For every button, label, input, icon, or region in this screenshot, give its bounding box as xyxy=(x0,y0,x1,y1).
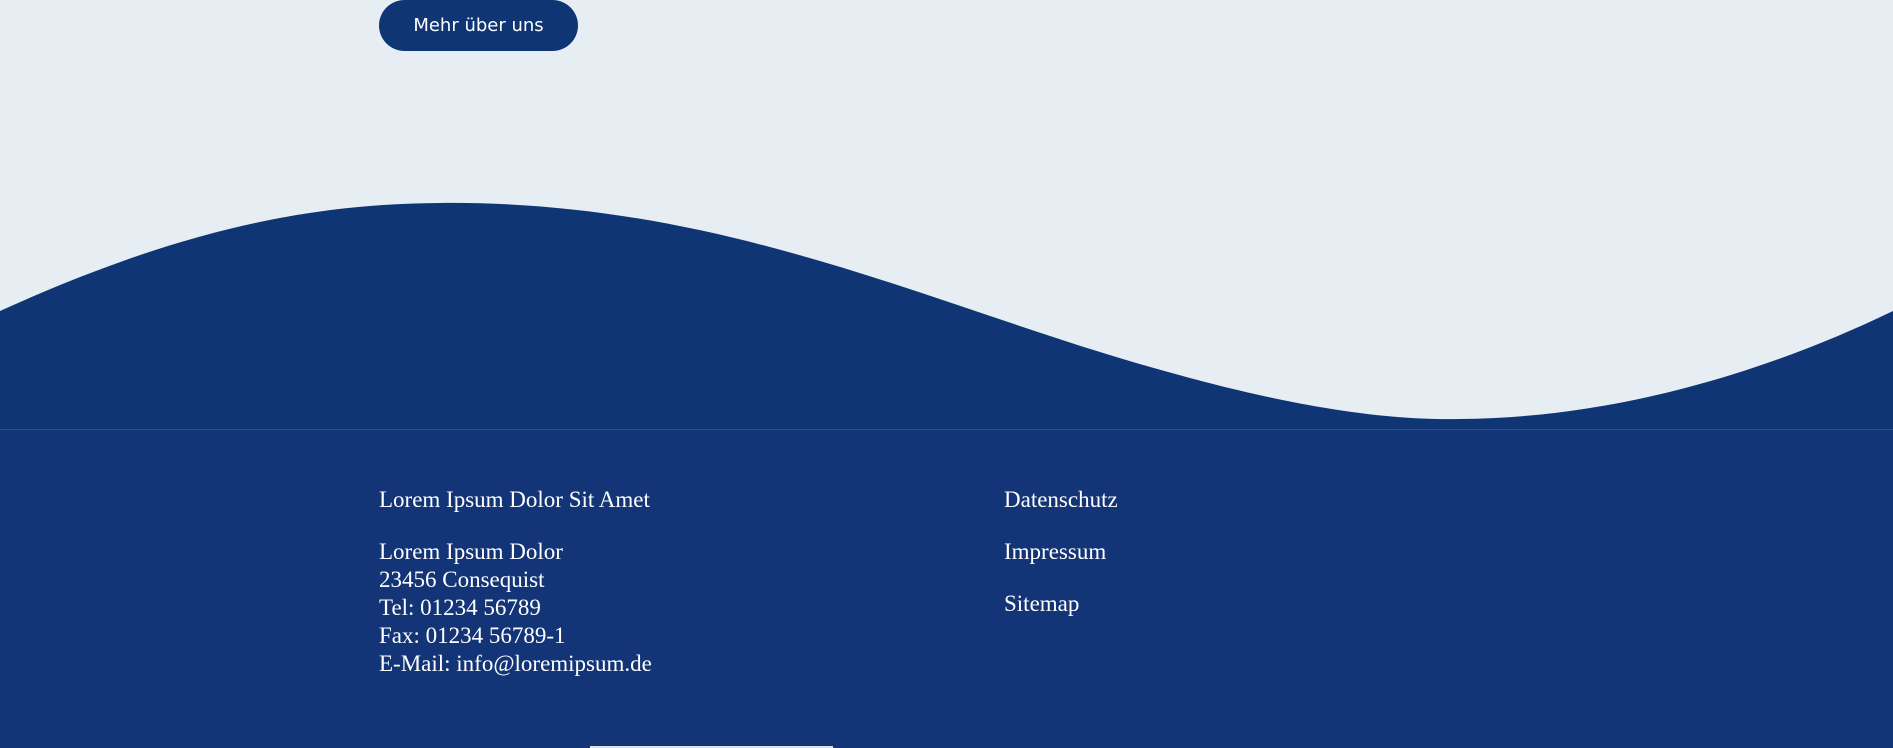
sitemap-link[interactable]: Sitemap xyxy=(1004,590,1118,618)
address-line-street: Lorem Ipsum Dolor xyxy=(379,539,563,564)
footer-contact: Lorem Ipsum Dolor Sit Amet Lorem Ipsum D… xyxy=(379,486,652,678)
footer-links: Datenschutz Impressum Sitemap xyxy=(1004,486,1118,642)
address-line-phone: Tel: 01234 56789 xyxy=(379,595,541,620)
site-footer: Lorem Ipsum Dolor Sit Amet Lorem Ipsum D… xyxy=(0,429,1893,748)
company-name: Lorem Ipsum Dolor Sit Amet xyxy=(379,487,650,512)
privacy-link[interactable]: Datenschutz xyxy=(1004,486,1118,514)
about-us-button[interactable]: Mehr über uns xyxy=(379,0,578,51)
address-line-email: E-Mail: info@loremipsum.de xyxy=(379,651,652,676)
address-line-city: 23456 Consequist xyxy=(379,567,545,592)
imprint-link[interactable]: Impressum xyxy=(1004,538,1118,566)
address-line-fax: Fax: 01234 56789-1 xyxy=(379,623,566,648)
wave-divider xyxy=(0,202,1893,430)
top-section: Mehr über uns xyxy=(0,0,1893,430)
